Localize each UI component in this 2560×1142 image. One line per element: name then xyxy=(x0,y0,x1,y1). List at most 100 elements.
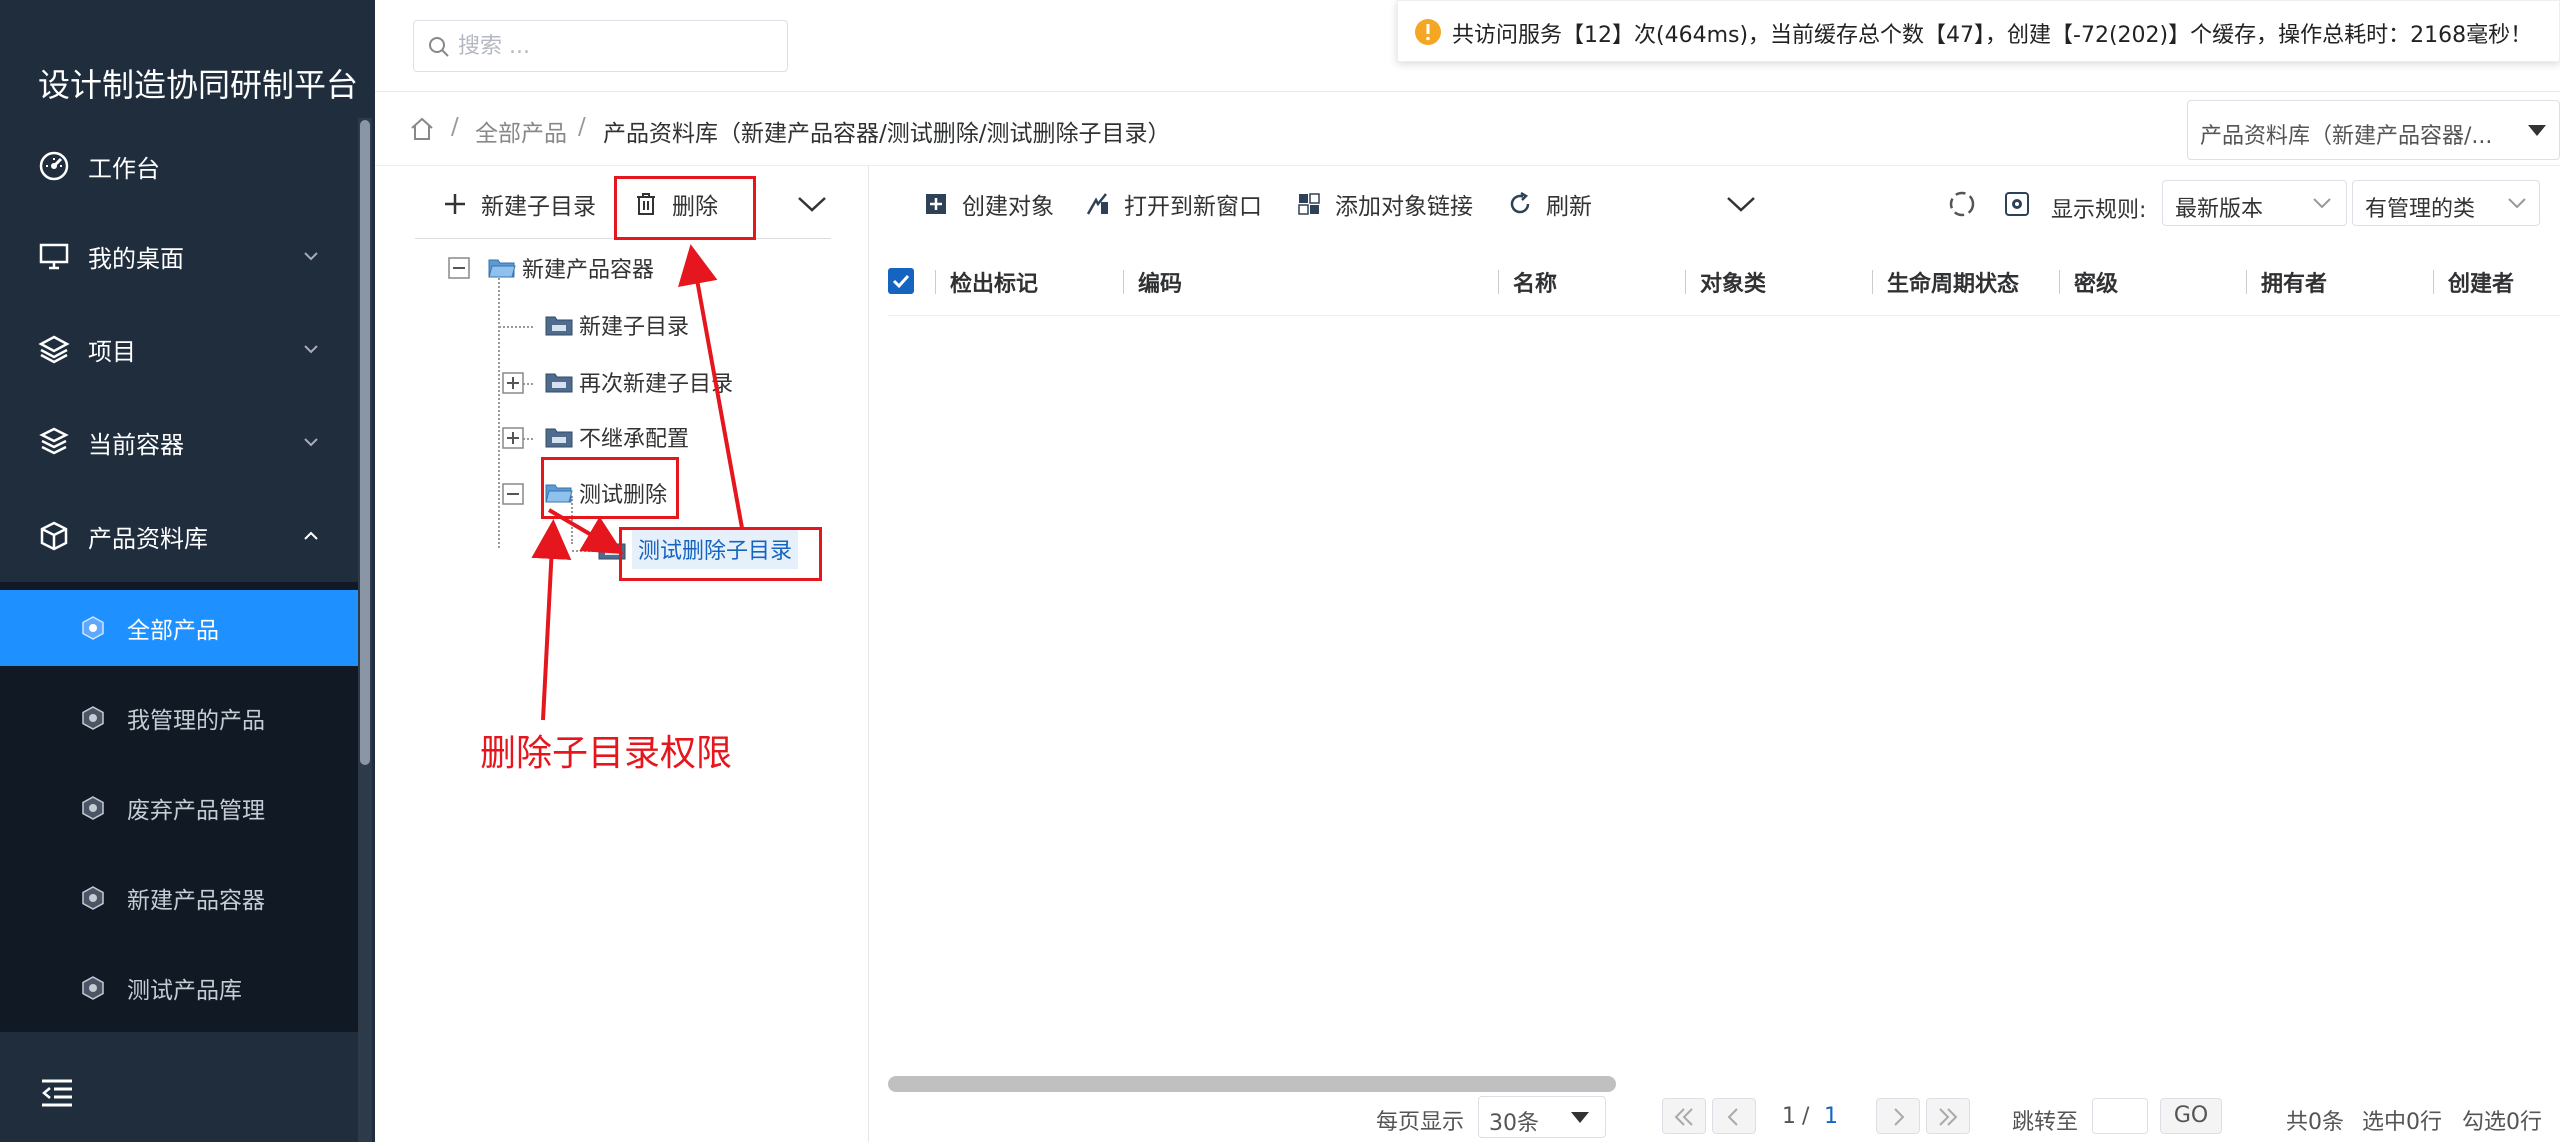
tree-node-child[interactable]: 不继承配置 xyxy=(545,417,689,457)
cube-icon xyxy=(38,520,70,552)
search-input[interactable] xyxy=(458,29,778,63)
folder-icon xyxy=(545,314,573,336)
sidebar-item-project[interactable]: 项目 xyxy=(0,304,358,394)
checked-rows: 勾选0行 xyxy=(2462,1110,2542,1135)
class-select[interactable]: 有管理的类 xyxy=(2352,180,2540,226)
main-toolbar: 创建对象 打开到新窗口 添加对象链接 刷新 显示规则: 最新版本 有管理的类 xyxy=(870,166,2560,240)
tree-panel: 新建子目录 删除 新建产品容器 新建子目录 再次新建子目录 不继承配置 测试删除… xyxy=(375,166,869,1142)
loading-indicator-button[interactable] xyxy=(1947,184,1977,224)
column-separator[interactable] xyxy=(2059,270,2060,294)
caret-down-icon xyxy=(1571,1112,1589,1124)
class-select-value: 有管理的类 xyxy=(2365,197,2476,222)
tree-node-root[interactable]: 新建产品容器 xyxy=(488,248,654,288)
refresh-label: 刷新 xyxy=(1546,194,1592,220)
prev-page-button[interactable] xyxy=(1712,1098,1756,1134)
column-header-security[interactable]: 密级 xyxy=(2074,266,2118,298)
tree-expand-toggle[interactable] xyxy=(502,372,524,394)
jump-page-input[interactable] xyxy=(2092,1098,2148,1134)
column-header-code[interactable]: 编码 xyxy=(1138,266,1182,298)
first-page-button[interactable] xyxy=(1662,1098,1706,1134)
chevron-down-icon xyxy=(302,433,320,451)
per-page-select[interactable]: 30条 xyxy=(1478,1096,1606,1138)
column-separator[interactable] xyxy=(1123,270,1124,294)
new-subdir-button[interactable]: 新建子目录 xyxy=(443,184,596,224)
pagination: 每页显示 30条 1 / 1 跳转至 GO 共0条 选中0行 勾选0行 xyxy=(870,1092,2560,1142)
version-select-value: 最新版本 xyxy=(2175,197,2264,222)
chevron-down-icon xyxy=(2508,197,2526,209)
dashboard-icon xyxy=(38,150,70,182)
version-select[interactable]: 最新版本 xyxy=(2162,180,2347,226)
tree-collapse-toggle[interactable] xyxy=(448,257,470,279)
column-separator[interactable] xyxy=(2246,270,2247,294)
sidebar-scrollbar-thumb[interactable] xyxy=(360,120,370,765)
tree-connector xyxy=(572,550,594,552)
refresh-icon xyxy=(1508,192,1532,216)
column-separator[interactable] xyxy=(1685,270,1686,294)
layers-icon xyxy=(38,333,70,365)
settings-button[interactable] xyxy=(2004,184,2030,224)
tree-node-child[interactable]: 新建子目录 xyxy=(545,305,689,345)
submenu-item-label: 废弃产品管理 xyxy=(127,798,265,824)
select-all-checkbox[interactable] xyxy=(888,268,914,294)
page-total[interactable]: 1 xyxy=(1824,1104,1838,1129)
go-button[interactable]: GO xyxy=(2160,1098,2222,1134)
create-object-button[interactable]: 创建对象 xyxy=(924,184,1054,224)
column-separator[interactable] xyxy=(935,270,936,294)
next-page-button[interactable] xyxy=(1876,1098,1920,1134)
column-header-name[interactable]: 名称 xyxy=(1513,266,1557,298)
folder-icon xyxy=(545,371,573,393)
tree-more-button[interactable] xyxy=(797,184,827,224)
link-icon xyxy=(1297,192,1321,216)
tree-expand-toggle[interactable] xyxy=(502,427,524,449)
submenu-item-all-products[interactable]: 全部产品 xyxy=(0,590,358,666)
main-more-button[interactable] xyxy=(1726,184,1756,224)
submenu-item-label: 全部产品 xyxy=(127,618,219,644)
column-header-creator[interactable]: 创建者 xyxy=(2448,266,2514,298)
column-header-owner[interactable]: 拥有者 xyxy=(2261,266,2327,298)
submenu-item-test-product-library[interactable]: 测试产品库 xyxy=(0,950,358,1026)
per-page-label: 每页显示 xyxy=(1376,1110,1465,1135)
submenu-item-label: 我管理的产品 xyxy=(127,708,265,734)
brand-title: 设计制造协同研制平台 xyxy=(38,66,359,104)
table-horizontal-scrollbar[interactable] xyxy=(888,1076,1616,1092)
column-separator[interactable] xyxy=(1872,270,1873,294)
stack-icon xyxy=(38,426,70,458)
sidebar-item-workbench[interactable]: 工作台 xyxy=(0,121,358,211)
chevron-up-icon xyxy=(302,527,320,545)
product-icon xyxy=(80,795,106,821)
submenu-item-my-managed-products[interactable]: 我管理的产品 xyxy=(0,680,358,756)
breadcrumb-root[interactable]: 全部产品 xyxy=(475,114,567,148)
add-object-link-button[interactable]: 添加对象链接 xyxy=(1297,184,1473,224)
home-icon[interactable] xyxy=(409,116,435,142)
tree-node-child[interactable]: 再次新建子目录 xyxy=(545,362,733,402)
gear-icon xyxy=(2004,191,2030,217)
tree-collapse-toggle[interactable] xyxy=(502,483,524,505)
column-header-checkout[interactable]: 检出标记 xyxy=(950,266,1038,298)
annotation-box-test-delete xyxy=(541,457,679,519)
monitor-icon xyxy=(38,240,70,272)
warning-icon xyxy=(1414,18,1442,46)
container-select[interactable]: 产品资料库（新建产品容器/... xyxy=(2187,100,2560,160)
collapse-menu-icon[interactable] xyxy=(40,1078,74,1108)
open-new-window-button[interactable]: 打开到新窗口 xyxy=(1086,184,1262,224)
tree-connector xyxy=(498,278,500,548)
page-separator: / xyxy=(1802,1104,1810,1129)
product-icon xyxy=(80,975,106,1001)
sidebar-item-current-container[interactable]: 当前容器 xyxy=(0,397,358,487)
column-separator[interactable] xyxy=(1498,270,1499,294)
chevron-down-icon xyxy=(302,340,320,358)
main-panel: 创建对象 打开到新窗口 添加对象链接 刷新 显示规则: 最新版本 有管理的类 检… xyxy=(870,166,2560,1142)
sidebar-item-my-desktop[interactable]: 我的桌面 xyxy=(0,211,358,301)
column-header-lifecycle[interactable]: 生命周期状态 xyxy=(1887,266,2019,298)
selected-rows: 选中0行 xyxy=(2362,1110,2442,1135)
refresh-button[interactable]: 刷新 xyxy=(1508,184,1592,224)
breadcrumb-separator: / xyxy=(578,114,586,140)
tree-node-label: 新建子目录 xyxy=(579,315,690,340)
column-separator[interactable] xyxy=(2433,270,2434,294)
submenu-item-new-product-container[interactable]: 新建产品容器 xyxy=(0,860,358,936)
last-page-button[interactable] xyxy=(1926,1098,1970,1134)
search-box[interactable] xyxy=(413,20,788,72)
submenu-item-discarded-products[interactable]: 废弃产品管理 xyxy=(0,770,358,846)
column-header-object-class[interactable]: 对象类 xyxy=(1700,266,1766,298)
sidebar-item-product-library[interactable]: 产品资料库 xyxy=(0,491,358,581)
